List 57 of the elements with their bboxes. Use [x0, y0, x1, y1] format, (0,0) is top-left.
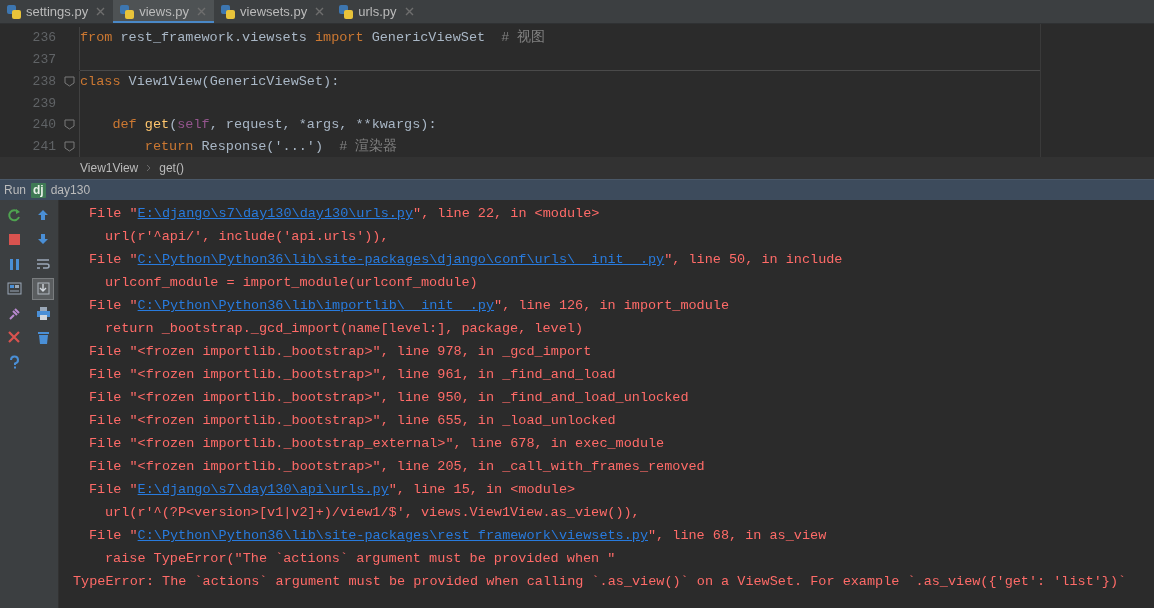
rerun-icon: [6, 207, 22, 223]
file-link[interactable]: C:\Python\Python36\lib\site-packages\rest_framework\viewsets.py: [137, 528, 648, 543]
run-config-name: day130: [50, 183, 91, 197]
line-number: 239: [31, 95, 57, 111]
fold-marker-icon[interactable]: [64, 119, 75, 131]
file-type-icon: [119, 3, 136, 20]
panel-title: Run: [4, 183, 26, 197]
source-line: urlconf_module = import_module(urlconf_module): [104, 274, 479, 292]
traceback-line: File "C:\Python\Python36\lib\site-packages\rest_framework\viewsets.py", line 68, in as_view: [88, 527, 828, 545]
error-message: TypeError: The `actions` argument must be provided when calling `.as_view()` on a ViewSet. For example `.as_view({'get': 'list'})`: [73, 573, 1128, 591]
line-number: 240: [31, 117, 57, 133]
scroll-to-end-icon: [35, 281, 51, 297]
fold-marker-icon[interactable]: [64, 76, 75, 88]
traceback-line: File "<frozen importlib._bootstrap>", line 950, in _find_and_load_unlocked: [88, 389, 690, 407]
trash-icon: [35, 330, 51, 346]
file-link[interactable]: C:\Python\Python36\lib\importlib\__init__.py: [137, 298, 495, 313]
line-number: 236: [31, 30, 57, 46]
scroll-to-end-button[interactable]: [32, 277, 54, 300]
traceback-line: File "C:\Python\Python36\lib\importlib\__init__.py", line 126, in import_module: [88, 297, 731, 315]
source-line: return _bootstrap._gcd_import(name[level:], package, level): [104, 320, 584, 338]
traceback-line: File "<frozen importlib._bootstrap>", line 655, in _load_unlocked: [88, 412, 617, 430]
traceback-line: File "<frozen importlib._bootstrap_external>", line 678, in exec_module: [88, 435, 666, 453]
source-line: url(r'^api/', include('api.urls')),: [104, 228, 390, 246]
traceback-line: File "<frozen importlib._bootstrap>", line 978, in _gcd_import: [88, 343, 593, 361]
source-line: url(r'^(?P<version>[v1|v2]+)/view1/$', views.View1View.as_view()),: [104, 504, 641, 522]
file-link[interactable]: E:\django\s7\day130\day130\urls.py: [137, 206, 414, 221]
code-line: from rest_framework.viewsets import GenericViewSet # 视图: [80, 28, 546, 47]
file-type-icon: [220, 3, 236, 20]
code-line: def get(self, request, *args, **kwargs):: [111, 116, 437, 134]
traceback-line: File "E:\django\s7\day130\api\urls.py", line 15, in <module>: [88, 481, 577, 499]
file-link[interactable]: E:\django\s7\day130\api\urls.py: [137, 482, 389, 497]
line-number: 241: [31, 138, 57, 154]
soft-wrap-icon: [35, 256, 51, 272]
breadcrumb[interactable]: get(): [159, 161, 184, 175]
traceback-line: File "C:\Python\Python36\lib\site-packages\django\conf\urls\__init__.py", line 50, in include: [88, 251, 844, 269]
file-type-icon: [6, 3, 22, 20]
layout-icon: [6, 281, 22, 297]
source-line: raise TypeError("The `actions` argument must be provided when ": [104, 550, 617, 568]
chevron-icon: [146, 164, 152, 172]
code-line: return Response('...') # 渲染器: [143, 137, 398, 156]
breadcrumb[interactable]: View1View: [80, 161, 139, 175]
file-type-icon: [338, 3, 355, 20]
fold-marker-icon[interactable]: [64, 140, 75, 152]
stop-icon: [6, 232, 22, 248]
close-icon[interactable]: [404, 7, 414, 16]
traceback-line: File "<frozen importlib._bootstrap>", line 205, in _call_with_frames_removed: [88, 458, 706, 476]
config-icon: dj: [31, 182, 46, 198]
close-icon[interactable]: [315, 7, 325, 16]
file-link[interactable]: C:\Python\Python36\lib\site-packages\django\conf\urls\__init__.py: [137, 252, 665, 267]
printer-icon: [35, 305, 51, 321]
code-line: class View1View(GenericViewSet):: [80, 73, 340, 91]
file-tab[interactable]: views.py: [113, 0, 214, 23]
traceback-line: File "<frozen importlib._bootstrap>", line 961, in _find_and_load: [88, 366, 617, 384]
traceback-line: File "E:\django\s7\day130\day130\urls.py", line 22, in <module>: [88, 205, 601, 223]
line-number: 237: [31, 51, 57, 67]
close-icon[interactable]: [96, 7, 106, 16]
line-number: 238: [31, 74, 57, 90]
